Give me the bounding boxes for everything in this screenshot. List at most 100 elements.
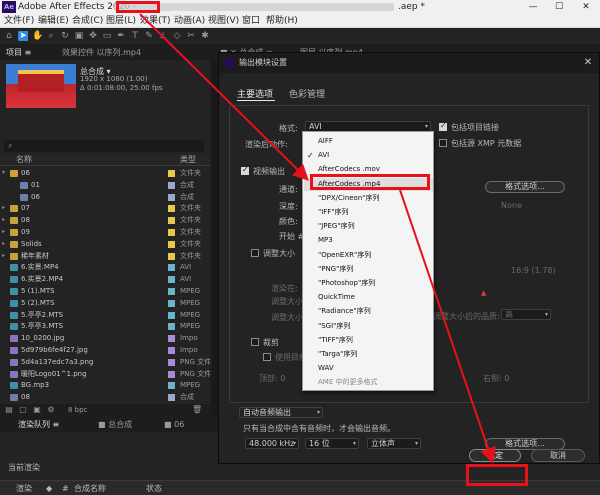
tab-effect-controls[interactable]: 效果控件 以序列.mp4 bbox=[62, 47, 141, 59]
dialog-close-button[interactable]: ✕ bbox=[581, 56, 595, 70]
roto-brush-tool-icon[interactable]: ✂ bbox=[186, 31, 196, 41]
tab-project[interactable]: 项目 ≡ bbox=[6, 47, 31, 59]
video-format-options-button[interactable]: 格式选项... bbox=[485, 181, 565, 193]
selection-tool-icon[interactable]: ➤ bbox=[18, 31, 28, 41]
tab-render-queue[interactable]: 渲染队列 ≡ bbox=[18, 419, 59, 431]
settings-icon[interactable]: ⚙ bbox=[46, 405, 56, 415]
format-option[interactable]: "Photoshop"序列 bbox=[304, 277, 433, 290]
format-option[interactable]: "Radiance"序列 bbox=[304, 305, 433, 318]
format-option[interactable]: "TIFF"序列 bbox=[304, 334, 433, 347]
project-item-row[interactable]: ▸ 稀年素材 文件夹 bbox=[0, 251, 210, 262]
project-item-row[interactable]: 06 合成 bbox=[0, 192, 210, 203]
label-color-swatch[interactable] bbox=[168, 370, 175, 378]
tab-main-options[interactable]: 主要选项 bbox=[237, 87, 273, 100]
maximize-button[interactable]: ☐ bbox=[546, 1, 572, 13]
resize-quality-dropdown[interactable]: 高 ▾ bbox=[501, 309, 551, 320]
project-item-row[interactable]: BG.mp3 MPEG bbox=[0, 380, 210, 391]
project-item-row[interactable]: ▸ Solids 文件夹 bbox=[0, 239, 210, 250]
project-item-row[interactable]: 5.亭亭3.MTS MPEG bbox=[0, 321, 210, 332]
project-item-row[interactable]: 6.实景2.MP4 AVI bbox=[0, 274, 210, 285]
rq-col-number[interactable]: # bbox=[62, 483, 69, 494]
cancel-button[interactable]: 取消 bbox=[531, 449, 585, 462]
video-output-checkbox[interactable] bbox=[241, 165, 249, 175]
include-project-link-checkbox[interactable] bbox=[439, 121, 447, 131]
project-item-row[interactable]: ▾ 06 文件夹 bbox=[0, 168, 210, 179]
pen-tool-icon[interactable]: ✒ bbox=[116, 31, 126, 41]
project-item-row[interactable]: ▸ 08 文件夹 bbox=[0, 215, 210, 226]
label-color-swatch[interactable] bbox=[168, 347, 175, 354]
project-item-row[interactable]: ▸ 07 文件夹 bbox=[0, 203, 210, 214]
puppet-tool-icon[interactable]: ✱ bbox=[200, 31, 210, 41]
brush-tool-icon[interactable]: ✎ bbox=[144, 31, 154, 41]
project-item-row[interactable]: 5 (2).MTS MPEG bbox=[0, 298, 210, 309]
format-option[interactable]: MP3 bbox=[304, 234, 433, 247]
expand-toggle-icon[interactable]: ▸ bbox=[2, 215, 10, 226]
minimize-button[interactable]: — bbox=[520, 1, 546, 13]
label-color-swatch[interactable] bbox=[168, 205, 175, 213]
project-item-row[interactable]: 5.亭亭2.MTS MPEG bbox=[0, 310, 210, 321]
label-color-swatch[interactable] bbox=[168, 229, 175, 236]
close-window-button[interactable]: ✕ bbox=[572, 1, 600, 13]
label-color-swatch[interactable] bbox=[168, 264, 175, 272]
column-name[interactable]: 名称 bbox=[16, 154, 32, 166]
bit-depth-button[interactable]: 8 bpc bbox=[68, 405, 87, 415]
home-icon[interactable]: ⌂ bbox=[4, 31, 14, 41]
expand-toggle-icon[interactable]: ▸ bbox=[2, 251, 10, 262]
zoom-tool-icon[interactable]: ⌕ bbox=[46, 31, 56, 41]
label-color-swatch[interactable] bbox=[168, 323, 175, 331]
project-item-row[interactable]: ▸ 09 文件夹 bbox=[0, 227, 210, 238]
tab-comp-06[interactable]: ■ 06 bbox=[164, 419, 184, 431]
label-color-swatch[interactable] bbox=[168, 170, 175, 177]
pan-behind-tool-icon[interactable]: ✥ bbox=[88, 31, 98, 41]
text-tool-icon[interactable]: T bbox=[130, 31, 140, 41]
project-item-row[interactable]: 暖阳Logo01^1.png PNG 文件 bbox=[0, 369, 211, 380]
format-option[interactable]: "IFF"序列 bbox=[304, 206, 433, 219]
expand-toggle-icon[interactable]: ▸ bbox=[2, 203, 10, 214]
interpret-footage-icon[interactable]: ▤ bbox=[4, 405, 14, 415]
format-option[interactable]: QuickTime bbox=[304, 291, 433, 304]
label-color-swatch[interactable] bbox=[168, 394, 175, 402]
format-option[interactable]: "OpenEXR"序列 bbox=[304, 249, 433, 262]
format-option[interactable]: AIFF bbox=[304, 135, 433, 148]
rectangle-tool-icon[interactable]: ▭ bbox=[102, 31, 112, 41]
project-item-row[interactable]: 6.实景.MP4 AVI bbox=[0, 262, 210, 273]
tab-color-management[interactable]: 色彩管理 bbox=[289, 87, 325, 100]
eraser-tool-icon[interactable]: ◇ bbox=[172, 31, 182, 41]
label-color-swatch[interactable] bbox=[168, 276, 175, 284]
label-color-swatch[interactable] bbox=[168, 299, 175, 307]
label-color-swatch[interactable] bbox=[168, 382, 175, 390]
menu-help[interactable]: 帮助(H) bbox=[266, 15, 298, 27]
menu-layer[interactable]: 图层(L) bbox=[106, 15, 136, 27]
menu-edit[interactable]: 编辑(E) bbox=[38, 15, 69, 27]
use-region-of-interest-checkbox[interactable] bbox=[263, 353, 271, 361]
label-color-swatch[interactable] bbox=[168, 240, 175, 248]
menu-composition[interactable]: 合成(C) bbox=[72, 15, 103, 27]
crop-checkbox[interactable] bbox=[251, 338, 259, 346]
label-color-swatch[interactable] bbox=[168, 311, 175, 319]
label-color-swatch[interactable] bbox=[168, 252, 175, 260]
delete-icon[interactable]: 🗑 bbox=[192, 405, 202, 415]
column-type[interactable]: 类型 bbox=[180, 154, 196, 166]
new-composition-icon[interactable]: ▣ bbox=[32, 405, 42, 415]
menu-window[interactable]: 窗口 bbox=[242, 15, 260, 27]
label-color-swatch[interactable] bbox=[168, 358, 175, 366]
project-item-row[interactable]: 5 (1).MTS MPEG bbox=[0, 286, 210, 297]
hand-tool-icon[interactable]: ✋ bbox=[32, 31, 43, 41]
rotate-tool-icon[interactable]: ↻ bbox=[60, 31, 70, 41]
stamp-tool-icon[interactable]: ⊥ bbox=[158, 31, 168, 41]
format-option[interactable]: "PNG"序列 bbox=[304, 263, 433, 276]
project-search-input[interactable]: ⌕ bbox=[4, 140, 204, 152]
menu-file[interactable]: 文件(F) bbox=[4, 15, 34, 27]
format-option[interactable]: "SGI"序列 bbox=[304, 320, 433, 333]
label-color-swatch[interactable] bbox=[168, 217, 175, 225]
project-item-row[interactable]: 08 合成 bbox=[0, 392, 210, 403]
ok-button[interactable]: 确定 bbox=[469, 449, 521, 462]
project-item-row[interactable]: 5d979b6fe4f27.jpg Impo bbox=[0, 345, 210, 356]
audio-sample-rate-dropdown[interactable]: 48.000 kHz ▾ bbox=[245, 438, 299, 449]
rq-col-tag[interactable]: ◆ bbox=[46, 483, 52, 494]
format-option[interactable]: "DPX/Cineon"序列 bbox=[304, 192, 433, 205]
audio-output-dropdown[interactable]: 自动音频输出 ▾ bbox=[239, 407, 323, 418]
project-item-row[interactable]: 10_0200.jpg Impo bbox=[0, 333, 210, 344]
format-option[interactable]: ✓ AVI bbox=[304, 149, 433, 162]
include-xmp-checkbox[interactable] bbox=[439, 139, 447, 147]
